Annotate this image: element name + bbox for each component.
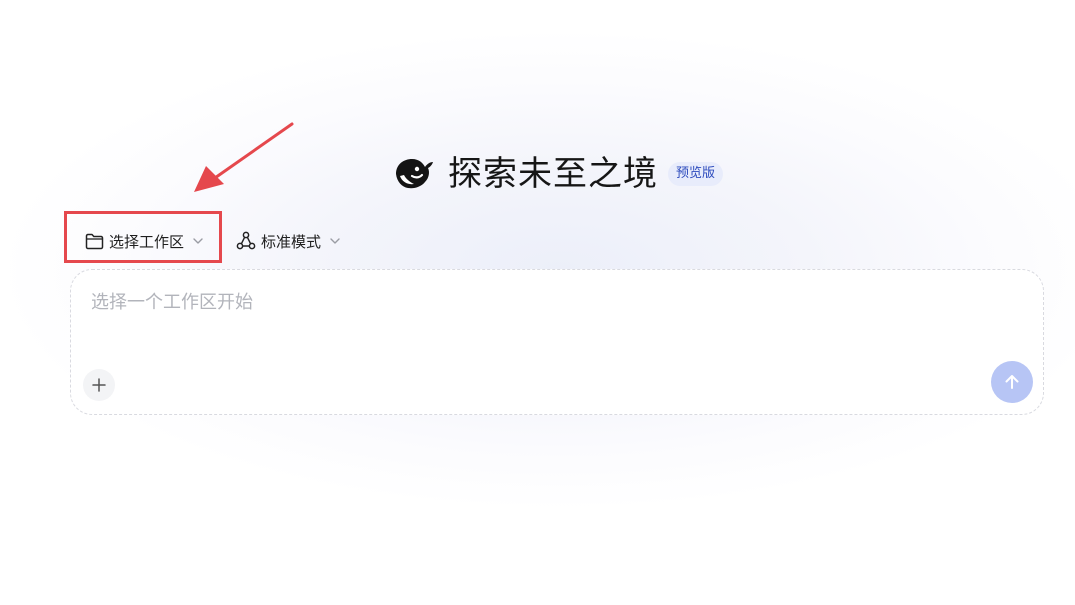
mode-selector-button[interactable]: 标准模式 xyxy=(236,226,341,256)
mode-selector-label: 标准模式 xyxy=(261,232,322,251)
arrow-up-icon xyxy=(1002,372,1022,392)
add-attachment-button[interactable] xyxy=(83,369,115,401)
chevron-down-icon xyxy=(329,235,341,247)
plus-icon xyxy=(91,377,107,393)
composer-card xyxy=(70,269,1044,415)
send-button[interactable] xyxy=(991,361,1033,403)
mode-nodes-icon xyxy=(236,231,256,251)
preview-badge: 预览版 xyxy=(668,162,724,186)
page-title: 探索未至之境 xyxy=(448,154,658,194)
page-header: 探索未至之境 预览版 xyxy=(392,150,724,198)
prompt-input[interactable] xyxy=(91,288,971,316)
annotation-highlight-box xyxy=(64,211,222,263)
whale-logo-icon xyxy=(392,154,436,194)
